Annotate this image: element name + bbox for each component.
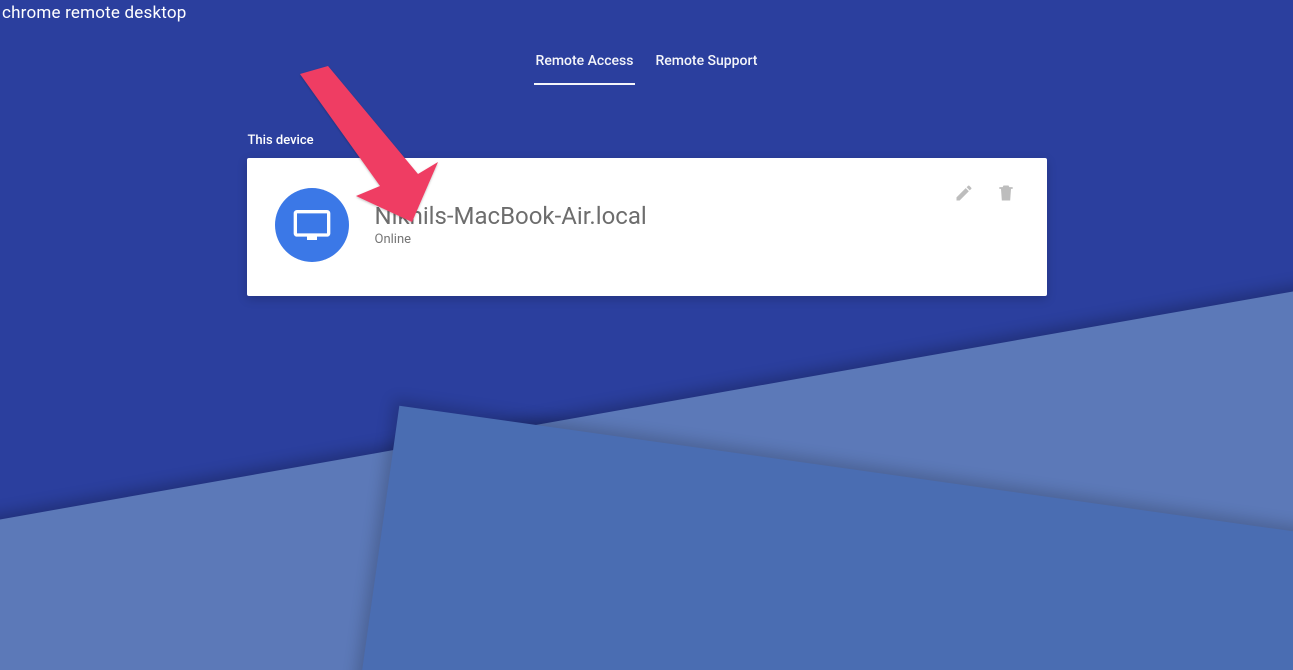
device-card[interactable]: Nikhils-MacBook-Air.local Online xyxy=(247,158,1047,296)
device-text: Nikhils-MacBook-Air.local Online xyxy=(375,203,1019,246)
trash-icon xyxy=(996,183,1016,207)
device-name: Nikhils-MacBook-Air.local xyxy=(375,203,1019,229)
tabs: Remote Access Remote Support xyxy=(0,47,1293,85)
app-title: chrome remote desktop xyxy=(0,0,1293,23)
pencil-icon xyxy=(954,183,974,207)
section-label: This device xyxy=(248,133,1047,148)
tab-remote-support[interactable]: Remote Support xyxy=(653,47,759,85)
device-status: Online xyxy=(375,232,1019,247)
monitor-icon xyxy=(275,188,349,262)
card-actions xyxy=(953,184,1017,206)
tab-remote-access[interactable]: Remote Access xyxy=(534,47,636,85)
edit-button[interactable] xyxy=(953,184,975,206)
delete-button[interactable] xyxy=(995,184,1017,206)
this-device-section: This device Nikhils-MacBook-Air.local On… xyxy=(247,133,1047,296)
